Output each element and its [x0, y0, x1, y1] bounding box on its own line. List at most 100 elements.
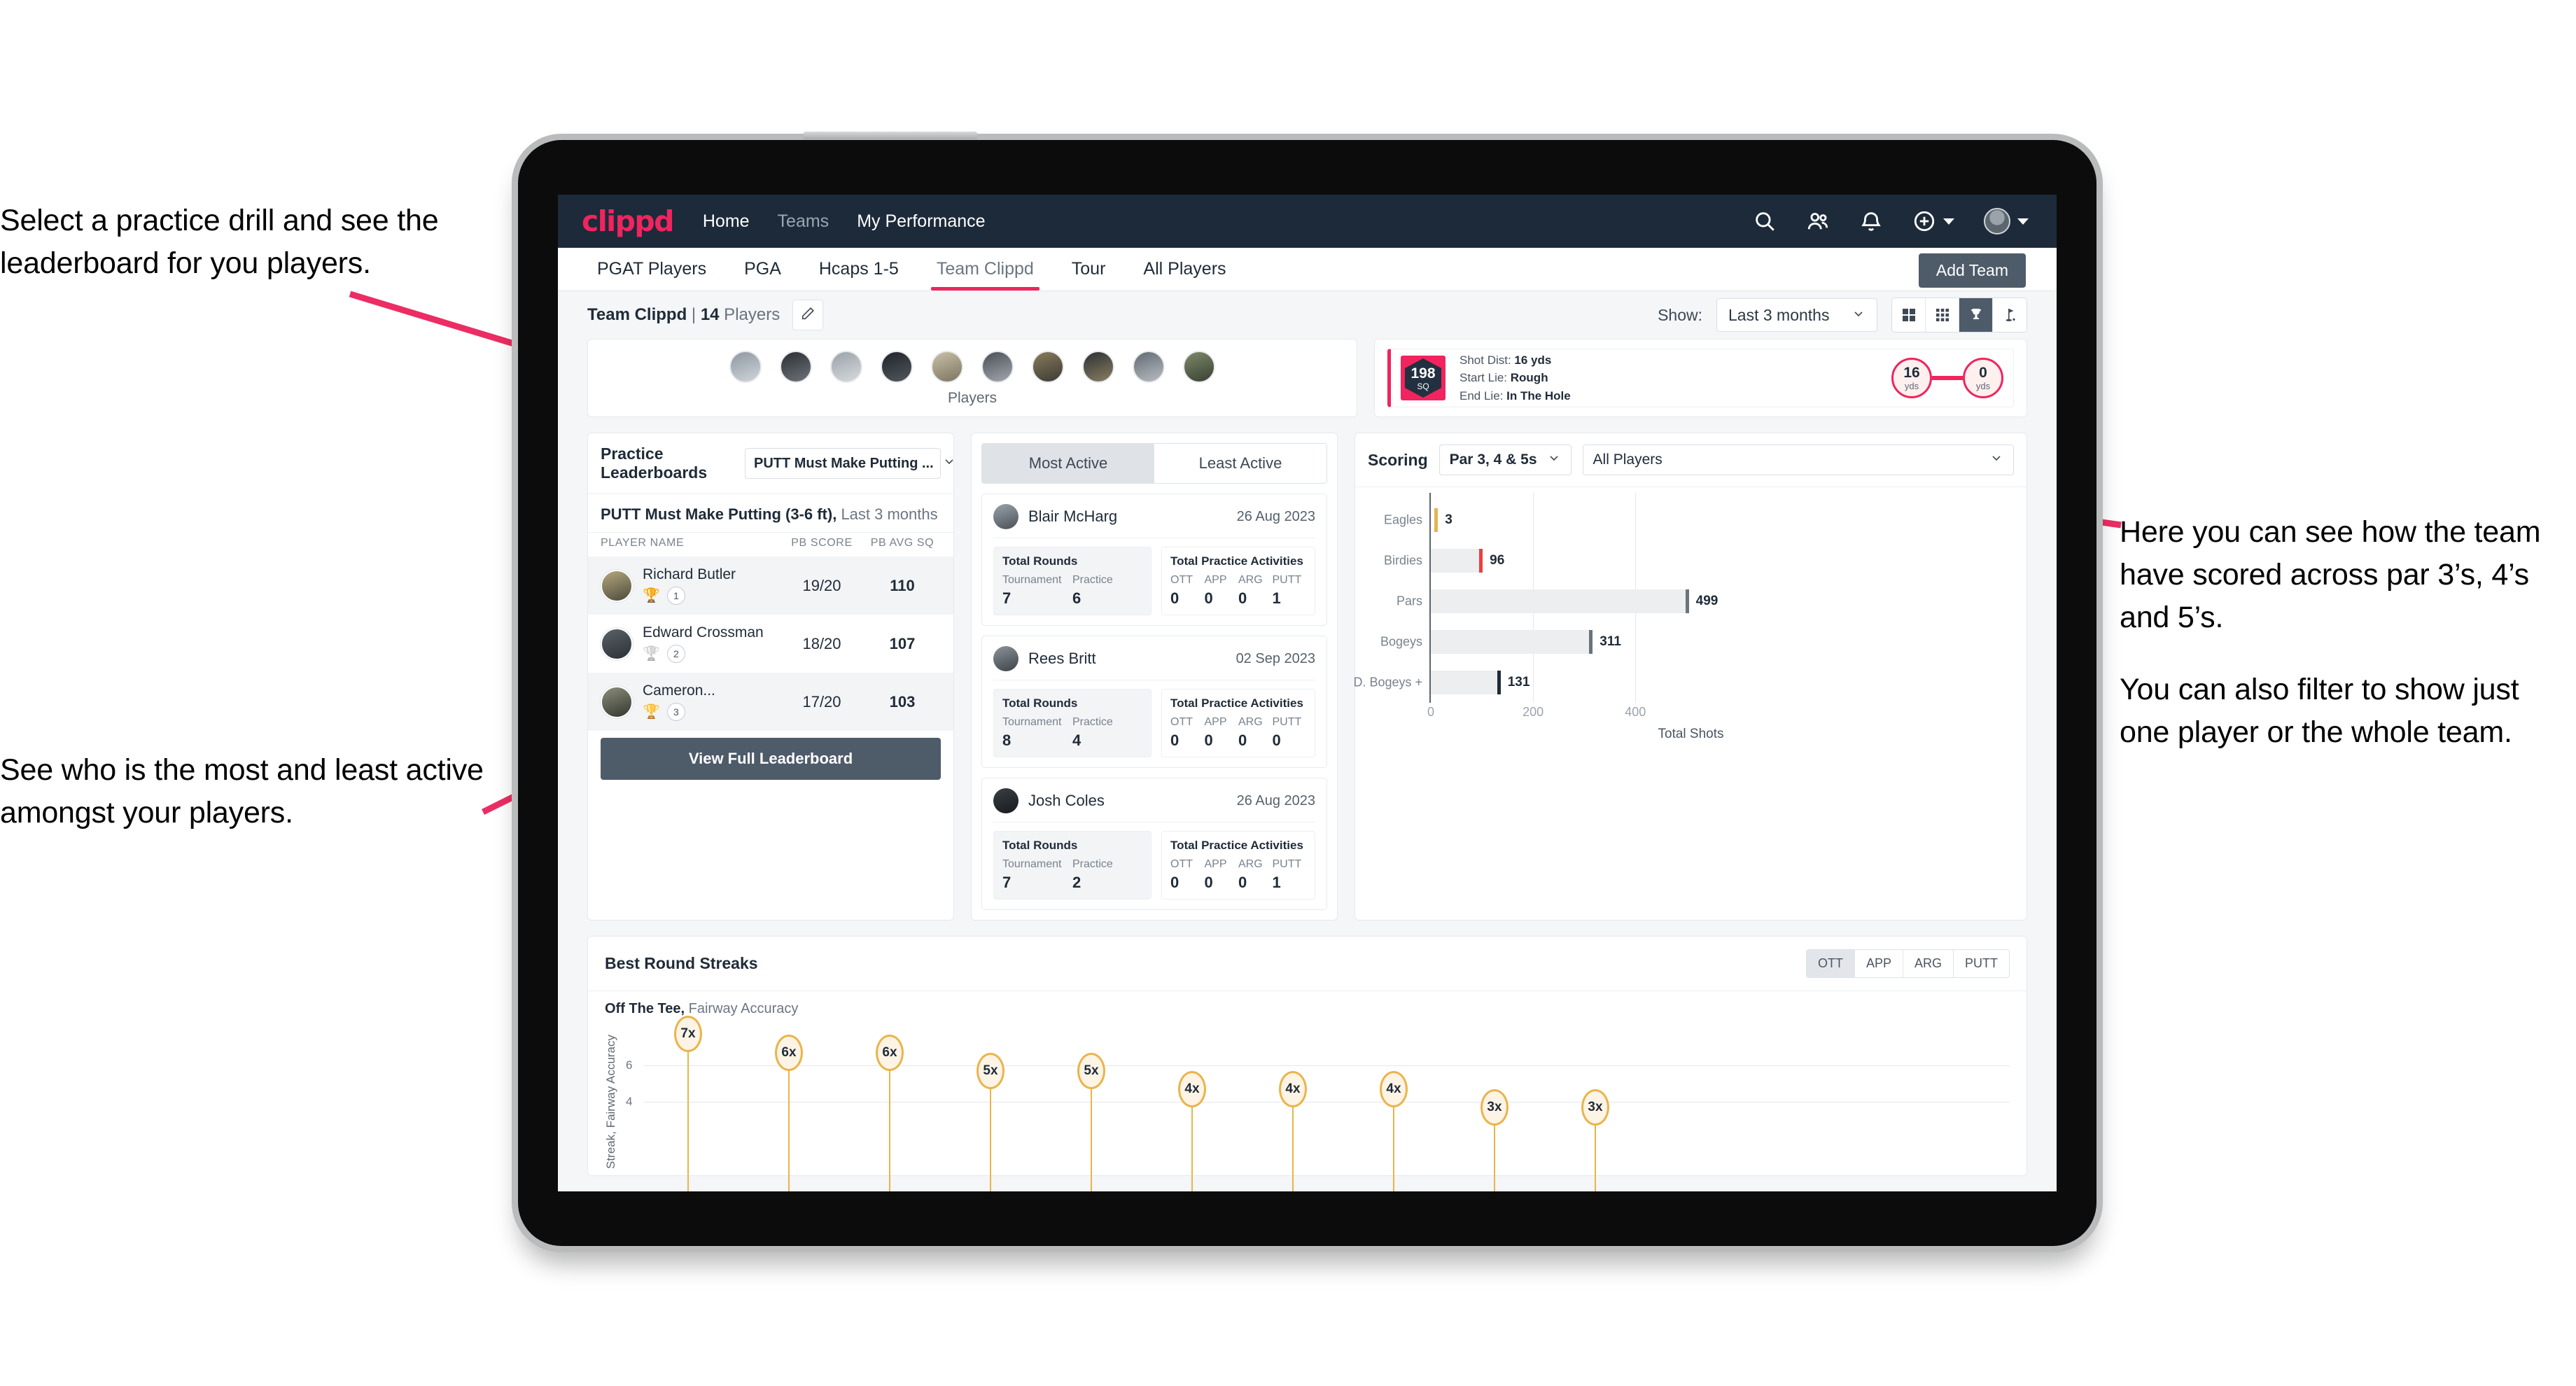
streak-marker[interactable]: 7x [674, 1016, 702, 1191]
streak-marker[interactable]: 5x [1077, 1052, 1105, 1191]
activity-card[interactable]: Rees Britt 02 Sep 2023 Total Rounds Tour… [981, 636, 1327, 768]
screenshot-root: Select a practice drill and see the lead… [0, 0, 2576, 1386]
grid-large-icon[interactable] [1892, 298, 1926, 332]
tab-tour[interactable]: Tour [1062, 259, 1116, 290]
tab-pga[interactable]: PGA [734, 259, 791, 290]
nav-link-teams[interactable]: Teams [778, 211, 830, 232]
tab-app[interactable]: APP [1854, 950, 1903, 977]
grid-small-icon[interactable] [1926, 298, 1959, 332]
start-lie-line: Start Lie: Rough [1460, 369, 1571, 387]
shot-start-unit: yds [1904, 381, 1919, 391]
search-icon[interactable] [1753, 209, 1777, 233]
streak-marker[interactable]: 4x [1279, 1071, 1307, 1191]
avatar[interactable] [1133, 351, 1165, 383]
plus-circle-icon[interactable] [1912, 209, 1936, 233]
avatar[interactable] [981, 351, 1014, 383]
pb-score-value: 19/20 [802, 576, 841, 594]
nav-link-home[interactable]: Home [703, 211, 750, 232]
drill-select[interactable]: PUTT Must Make Putting ... [745, 448, 953, 479]
bar-birdies: Birdies 96 [1384, 549, 2014, 573]
edit-team-button[interactable] [792, 300, 824, 330]
par-filter-select[interactable]: Par 3, 4 & 5s [1438, 444, 1572, 475]
panels-row: Practice Leaderboards PUTT Must Make Put… [587, 433, 2027, 920]
tab-most-active[interactable]: Most Active [982, 444, 1154, 483]
bar-double-bogeys: D. Bogeys + 131 [1353, 671, 2014, 694]
add-menu[interactable] [1912, 209, 1954, 233]
clippd-logo[interactable]: clippd [582, 204, 674, 238]
annotation-top-left: Select a practice drill and see the lead… [0, 200, 532, 285]
tab-ott[interactable]: OTT [1806, 950, 1855, 977]
chart-x-axis-title: Total Shots [1658, 727, 1724, 741]
tab-hcaps-1-5[interactable]: Hcaps 1-5 [809, 259, 909, 290]
profile-menu[interactable] [1984, 208, 2029, 234]
streaks-metric: Fairway Accuracy [685, 1001, 799, 1016]
avatar[interactable] [1082, 351, 1114, 383]
leaderboard-title: Practice Leaderboards [601, 444, 708, 482]
people-icon[interactable] [1806, 209, 1830, 233]
activity-panel: Most Active Least Active Blair McHarg 26… [971, 433, 1338, 920]
chevron-down-icon[interactable] [1943, 218, 1954, 225]
tab-least-active[interactable]: Least Active [1154, 444, 1326, 483]
add-team-button[interactable]: Add Team [1918, 253, 2026, 288]
tab-all-players[interactable]: All Players [1133, 259, 1236, 290]
shot-end-unit: yds [1975, 381, 1991, 391]
table-row[interactable]: Edward Crossman 🏆 2 18/20 107 [588, 615, 953, 673]
trophy-icon[interactable] [1959, 298, 1993, 332]
activity-card[interactable]: Blair McHarg 26 Aug 2023 Total Rounds To… [981, 493, 1327, 626]
streak-value: 7x [674, 1016, 702, 1053]
tab-arg[interactable]: ARG [1903, 950, 1954, 977]
date-range-select[interactable]: Last 3 months [1716, 298, 1877, 332]
avatar[interactable] [1183, 351, 1215, 383]
avatar[interactable] [830, 351, 862, 383]
activity-card[interactable]: Josh Coles 26 Aug 2023 Total Rounds Tour… [981, 778, 1327, 910]
practice-key-arg: ARG [1238, 858, 1263, 870]
bar-label-double-bogeys: D. Bogeys + [1353, 675, 1422, 690]
shot-detail-lines: Shot Dist: 16 yds Start Lie: Rough End L… [1460, 351, 1571, 405]
avatar[interactable] [881, 351, 913, 383]
team-tabs: PGAT Players PGA Hcaps 1-5 Team Clippd T… [558, 248, 2057, 291]
bar-eagles: Eagles 3 [1384, 508, 2014, 532]
bar-label-pars: Pars [1396, 594, 1422, 608]
tab-pgat-players[interactable]: PGAT Players [587, 259, 716, 290]
practice-key-putt: PUTT [1272, 716, 1302, 728]
player-name: Josh Coles [1028, 792, 1105, 809]
streak-marker[interactable]: 6x [775, 1034, 803, 1191]
tab-putt[interactable]: PUTT [1954, 950, 2009, 977]
tab-team-clippd[interactable]: Team Clippd [927, 259, 1044, 290]
rank-badge: 1 [666, 587, 685, 605]
table-row[interactable]: Cameron... 🏆 3 17/20 103 [588, 673, 953, 731]
chevron-down-icon[interactable] [2017, 218, 2029, 225]
streak-marker[interactable]: 3x [1480, 1089, 1508, 1191]
pencil-icon [800, 306, 816, 325]
practice-value-ott: 0 [1170, 874, 1180, 891]
streak-marker[interactable]: 4x [1380, 1071, 1408, 1191]
shot-end-bubble: 0 yds [1963, 358, 2003, 398]
view-full-leaderboard-button[interactable]: View Full Leaderboard [601, 738, 941, 780]
nav-link-my-performance[interactable]: My Performance [857, 211, 985, 232]
avatar[interactable] [1984, 208, 2010, 234]
avatar [993, 504, 1018, 529]
total-practice-title: Total Practice Activities [1170, 554, 1303, 568]
avatar[interactable] [729, 351, 762, 383]
player-filter-select[interactable]: All Players [1582, 444, 2014, 475]
avatar[interactable] [780, 351, 812, 383]
rank-badge: 2 [666, 645, 685, 663]
shot-quality-value: 198 [1410, 365, 1436, 382]
shot-start-bubble: 16 yds [1891, 358, 1932, 398]
chevron-down-icon [942, 454, 956, 472]
last-activity-date: 02 Sep 2023 [1236, 650, 1315, 666]
avatar [601, 627, 633, 660]
last-activity-date: 26 Aug 2023 [1236, 508, 1315, 524]
rounds-value-tournament: 8 [1002, 732, 1011, 749]
avatar[interactable] [1032, 351, 1064, 383]
bell-icon[interactable] [1859, 209, 1883, 233]
streak-marker[interactable]: 4x [1178, 1071, 1206, 1191]
flag-icon[interactable] [1993, 298, 2026, 332]
streak-marker[interactable]: 5x [976, 1052, 1004, 1191]
streak-marker[interactable]: 6x [876, 1034, 904, 1191]
top-navbar: clippd Home Teams My Performance [558, 195, 2057, 248]
table-row[interactable]: Richard Butler 🏆 1 19/20 110 [588, 556, 953, 615]
avatar[interactable] [931, 351, 963, 383]
streak-marker[interactable]: 3x [1581, 1089, 1609, 1191]
date-range-value: Last 3 months [1728, 305, 1830, 324]
